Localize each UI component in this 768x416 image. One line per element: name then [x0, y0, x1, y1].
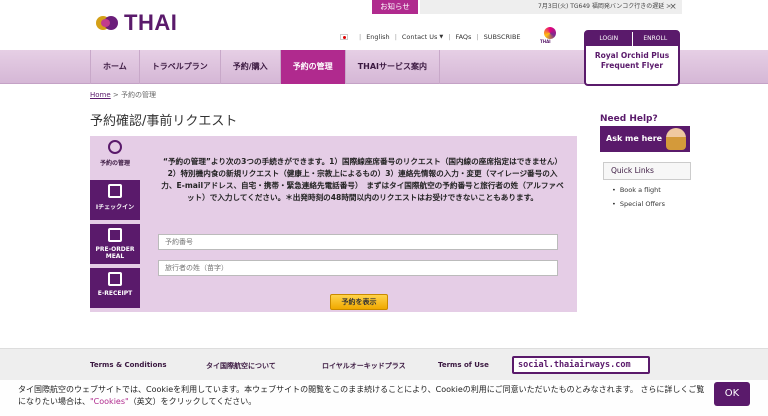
notice-tab[interactable]: お知らせ	[372, 0, 418, 14]
quick-link-book-flight[interactable]: Book a flight	[612, 186, 661, 194]
cookie-text: タイ国際航空のウェブサイトでは、Cookieを利用しています。本ウェブサイトの閲…	[18, 385, 705, 406]
footer-terms-conditions[interactable]: Terms & Conditions	[90, 361, 167, 369]
tab-pre-order-meal[interactable]: PRE-ORDER MEAL	[90, 224, 140, 264]
quick-links-heading: Quick Links	[603, 162, 691, 180]
cookies-link[interactable]: "Cookies"	[90, 397, 129, 406]
surname-input[interactable]	[158, 260, 558, 276]
chevron-down-icon: ▼	[439, 34, 444, 40]
quick-link-special-offers[interactable]: Special Offers	[612, 200, 665, 208]
subscribe-link[interactable]: SUBSCRIBE	[484, 33, 521, 41]
breadcrumb-home-link[interactable]: Home	[90, 91, 111, 99]
social-link[interactable]: social.thaiairways.com	[512, 356, 650, 374]
login-panel: LOGIN ENROLL Royal Orchid Plus Frequent …	[584, 30, 680, 86]
manage-booking-panel: 予約の管理 Iチェックイン PRE-ORDER MEAL E-RECEIPT “…	[90, 136, 577, 312]
suitcase-icon	[108, 184, 122, 198]
nav-item-manage-booking[interactable]: 予約の管理	[280, 50, 346, 84]
page-title: 予約確認/事前リクエスト	[90, 114, 238, 129]
ask-me-here-button[interactable]: Ask me here	[600, 126, 690, 152]
ticker-close-icon[interactable]: ×	[666, 0, 680, 14]
nav-item-travel-plan[interactable]: トラベルプラン	[140, 50, 221, 84]
news-ticker[interactable]: 7月3日(火) TG649 福岡発バンコク行きの遅延 >	[420, 0, 682, 14]
english-link[interactable]: English	[366, 33, 389, 41]
footer-royal-orchid-plus[interactable]: ロイヤルオーキッドプラス	[322, 361, 406, 371]
receipt-icon	[108, 272, 122, 286]
need-help-heading: Need Help?	[600, 114, 658, 124]
star-alliance-logo[interactable]: THAI	[536, 26, 566, 46]
tab-manage-booking[interactable]: 予約の管理	[90, 136, 140, 176]
side-tabs: 予約の管理 Iチェックイン PRE-ORDER MEAL E-RECEIPT	[90, 136, 140, 312]
login-button[interactable]: LOGIN	[586, 32, 632, 46]
view-booking-button[interactable]: 予約を表示	[330, 294, 388, 310]
cookie-banner: タイ国際航空のウェブサイトでは、Cookieを利用しています。本ウェブサイトの閲…	[0, 380, 768, 416]
japan-flag-icon[interactable]	[340, 34, 348, 40]
nav-item-home[interactable]: ホーム	[90, 50, 140, 84]
instructions-text: “予約の管理”より次の3つの手続きができます。1）国際線座席番号のリクエスト（国…	[161, 157, 564, 202]
meal-checklist-icon	[108, 228, 122, 242]
utility-links: | English | Contact Us ▼ | FAQs | SUBSCR…	[340, 31, 521, 43]
logo-text: THAI	[124, 10, 178, 35]
tab-checkin[interactable]: Iチェックイン	[90, 180, 140, 220]
faqs-link[interactable]: FAQs	[455, 33, 471, 41]
manage-booking-icon	[108, 140, 122, 154]
booking-number-input[interactable]	[158, 234, 558, 250]
orchid-logo-icon	[96, 13, 122, 33]
tab-e-receipt[interactable]: E-RECEIPT	[90, 268, 140, 308]
breadcrumb-current: 予約の管理	[121, 91, 157, 99]
royal-orchid-plus-link[interactable]: Royal Orchid Plus Frequent Flyer	[586, 46, 678, 71]
footer-about-thai[interactable]: タイ国際航空について	[206, 361, 276, 371]
contact-us-link[interactable]: Contact Us	[402, 33, 438, 41]
footer-terms-of-use[interactable]: Terms of Use	[438, 361, 489, 369]
enroll-button[interactable]: ENROLL	[631, 32, 679, 46]
nav-item-thai-services[interactable]: THAIサービス案内	[346, 50, 441, 84]
star-alliance-icon	[544, 27, 556, 39]
breadcrumb: Home > 予約の管理	[90, 91, 157, 99]
thai-logo[interactable]: THAI	[96, 10, 177, 36]
nav-item-booking[interactable]: 予約/購入	[221, 50, 281, 84]
assistant-avatar	[666, 128, 686, 150]
cookie-ok-button[interactable]: OK	[714, 382, 750, 406]
